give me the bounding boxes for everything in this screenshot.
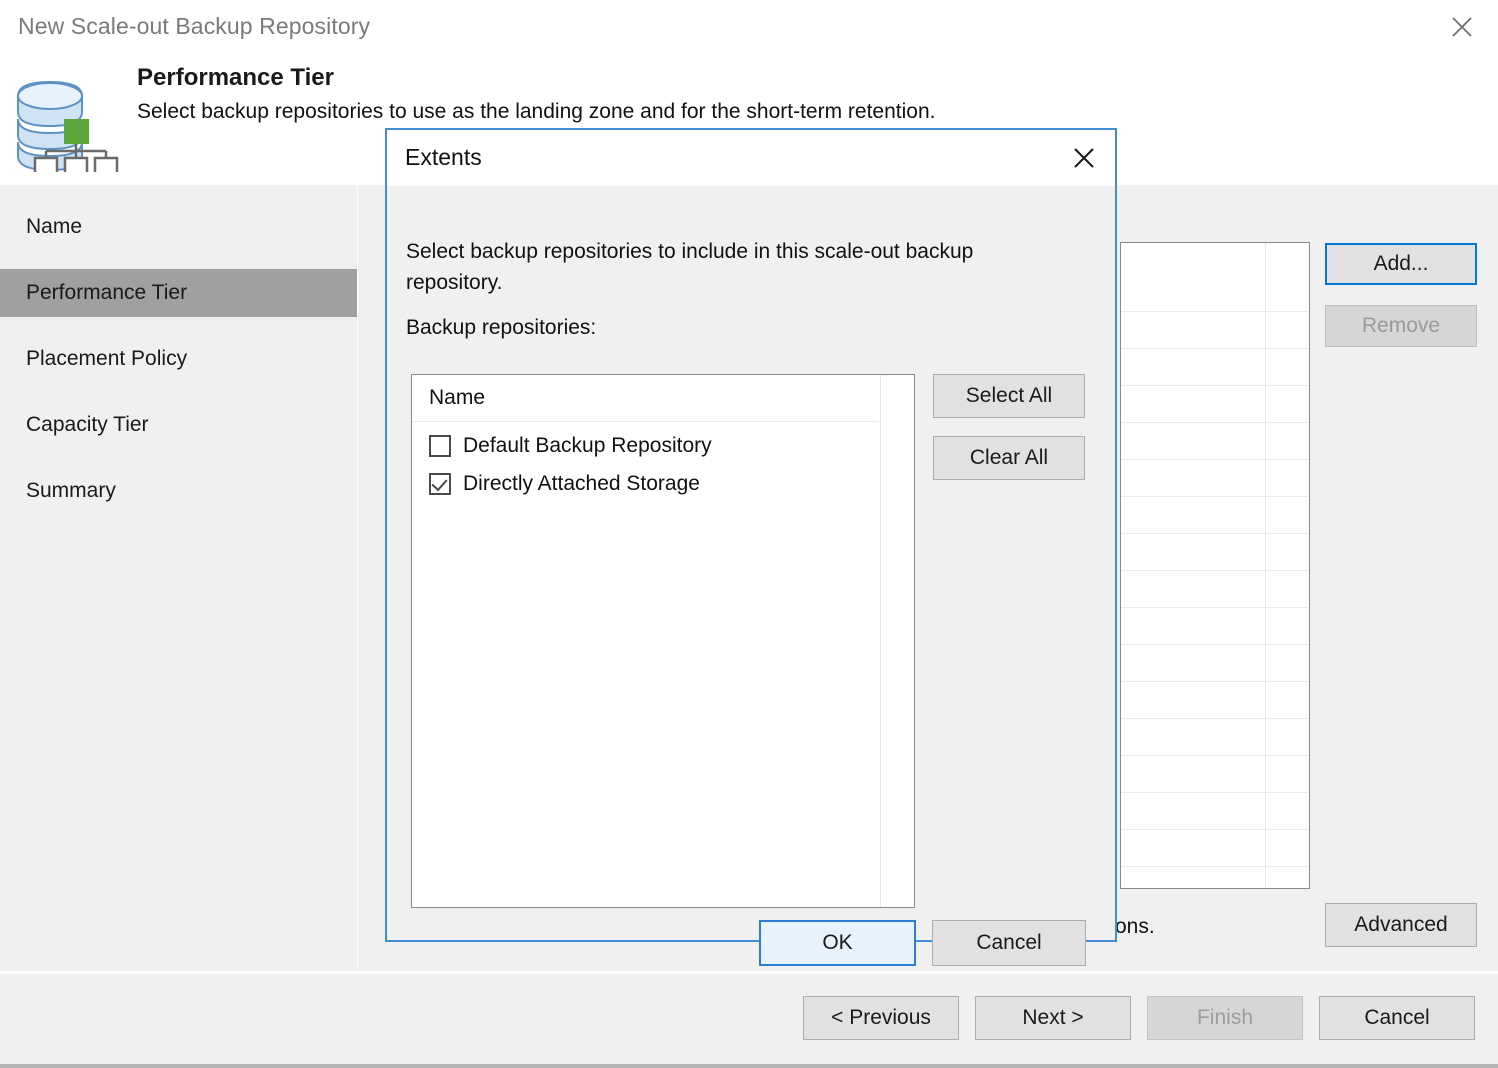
new-scale-out-backup-repository-window: New Scale-out Backup Repository Performa…	[0, 0, 1498, 1068]
table-row	[1121, 718, 1309, 719]
sidebar-item-label: Performance Tier	[26, 281, 188, 304]
extents-cancel-button[interactable]: Cancel	[932, 920, 1086, 966]
repo-checkbox-default-backup-repository[interactable]	[429, 435, 451, 457]
advanced-button[interactable]: Advanced	[1325, 903, 1477, 947]
sidebar-item-capacity-tier[interactable]: Capacity Tier	[0, 401, 357, 449]
table-row	[1121, 496, 1309, 497]
page-title: Performance Tier	[137, 64, 334, 91]
list-item[interactable]: Directly Attached Storage	[412, 465, 914, 503]
sidebar-item-performance-tier[interactable]: Performance Tier	[0, 269, 357, 317]
sidebar-item-label: Name	[26, 215, 83, 238]
cancel-button[interactable]: Cancel	[1319, 996, 1475, 1040]
remove-button[interactable]: Remove	[1325, 305, 1477, 347]
list-item-label: Directly Attached Storage	[463, 472, 700, 495]
pane-hint-text: ons.	[1115, 915, 1155, 938]
listbox-header: Name	[412, 375, 878, 422]
table-row	[1121, 570, 1309, 571]
table-row	[1121, 533, 1309, 534]
backup-repositories-listbox[interactable]: Name Default Backup Repository Directly …	[411, 374, 915, 908]
page-subtitle: Select backup repositories to use as the…	[137, 100, 936, 123]
table-row	[1121, 385, 1309, 386]
next-button[interactable]: Next >	[975, 996, 1131, 1040]
sidebar-item-label: Placement Policy	[26, 347, 188, 370]
table-row	[1121, 607, 1309, 608]
clear-all-button[interactable]: Clear All	[933, 436, 1085, 480]
extents-dialog-title: Extents	[405, 144, 482, 170]
wizard-footer: < Previous Next > Finish Cancel	[0, 974, 1498, 1064]
extents-dialog-instruction: Select backup repositories to include in…	[406, 240, 974, 294]
window-title-bar: New Scale-out Backup Repository	[0, 0, 1498, 58]
close-icon[interactable]	[1061, 136, 1107, 180]
extents-dialog: Extents Select backup repositories to in…	[385, 128, 1117, 966]
extents-table[interactable]	[1120, 242, 1310, 889]
sidebar-item-placement-policy[interactable]: Placement Policy	[0, 335, 357, 383]
sidebar-item-name[interactable]: Name	[0, 203, 357, 251]
window-bottom-edge	[0, 1064, 1498, 1068]
table-row	[1121, 755, 1309, 756]
select-all-button[interactable]: Select All	[933, 374, 1085, 418]
sidebar-item-summary[interactable]: Summary	[0, 467, 357, 515]
table-row	[1121, 644, 1309, 645]
previous-button[interactable]: < Previous	[803, 996, 959, 1040]
scale-out-repository-icon	[8, 72, 126, 177]
backup-repositories-label: Backup repositories:	[406, 316, 597, 339]
finish-button[interactable]: Finish	[1147, 996, 1303, 1040]
sidebar-item-label: Summary	[26, 479, 116, 502]
table-row	[1121, 459, 1309, 460]
extents-dialog-body: Select backup repositories to include in…	[387, 186, 1115, 966]
table-row	[1121, 829, 1309, 830]
sidebar-item-label: Capacity Tier	[26, 413, 149, 436]
close-icon[interactable]	[1436, 4, 1488, 50]
table-row	[1121, 681, 1309, 682]
table-row	[1121, 311, 1309, 312]
list-item[interactable]: Default Backup Repository	[412, 427, 914, 465]
repo-checkbox-directly-attached-storage[interactable]	[429, 473, 451, 495]
extents-dialog-title-bar: Extents	[387, 130, 1115, 186]
window-title: New Scale-out Backup Repository	[18, 13, 371, 39]
wizard-step-sidebar: Name Performance Tier Placement Policy C…	[0, 185, 357, 972]
table-row	[1121, 422, 1309, 423]
table-row	[1121, 866, 1309, 867]
table-row	[1121, 348, 1309, 349]
add-button[interactable]: Add...	[1325, 243, 1477, 285]
ok-button[interactable]: OK	[759, 920, 916, 966]
listbox-header-name: Name	[429, 386, 486, 409]
list-item-label: Default Backup Repository	[463, 434, 712, 457]
table-row	[1121, 792, 1309, 793]
